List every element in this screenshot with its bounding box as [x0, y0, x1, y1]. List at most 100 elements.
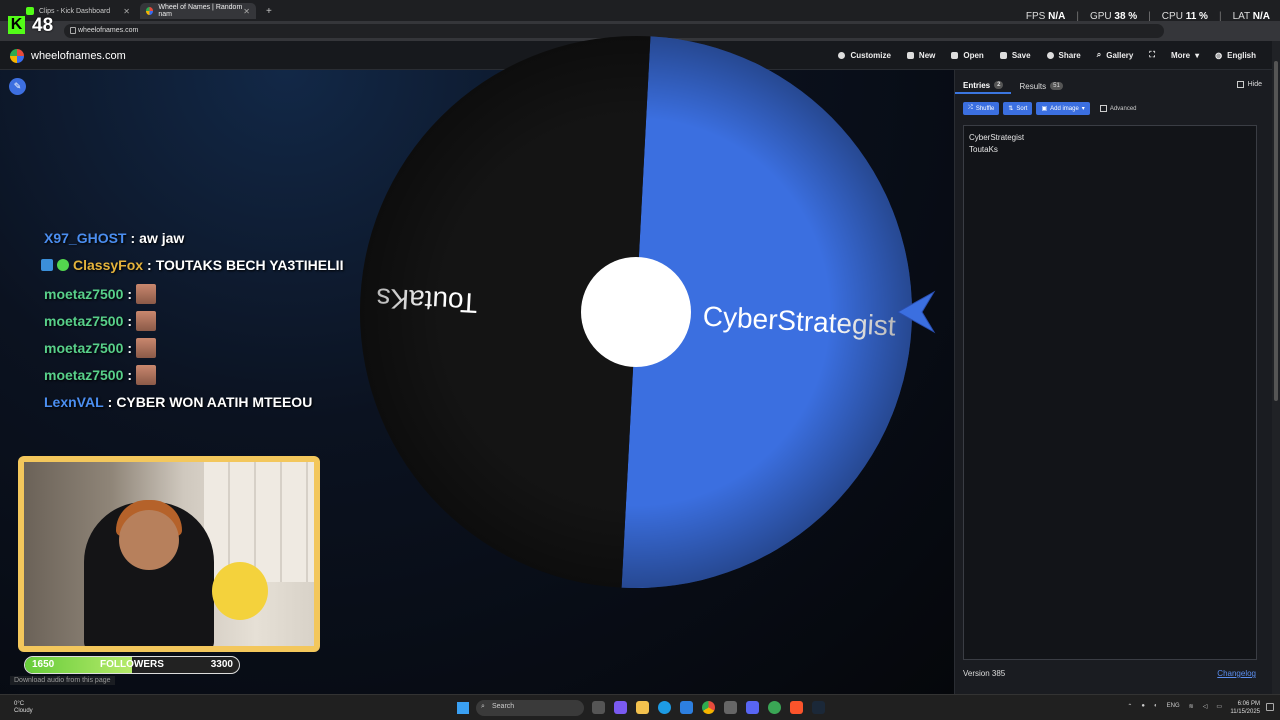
file-explorer-icon[interactable]	[636, 701, 649, 714]
verified-badge-icon	[57, 259, 69, 271]
chat-username: moetaz7500	[44, 286, 124, 302]
discord-icon[interactable]	[746, 701, 759, 714]
hide-checkbox[interactable]: Hide	[1236, 81, 1262, 88]
chat-message: moetaz7500:	[44, 311, 157, 331]
url-text: wheelofnames.com	[78, 27, 139, 34]
store-icon[interactable]	[680, 701, 693, 714]
kick-logo-icon: K	[8, 16, 25, 34]
wheel-center-button[interactable]	[581, 257, 691, 367]
panel-tabs: Entries 2 Results 51	[955, 78, 1272, 94]
site-title[interactable]: wheelofnames.com	[31, 50, 126, 62]
changelog-link[interactable]: Changelog	[1217, 669, 1256, 678]
chrome-icon[interactable]	[702, 701, 715, 714]
volume-icon[interactable]: ◁	[1203, 703, 1208, 710]
windows-start-icon[interactable]	[457, 702, 469, 714]
performance-overlay: FPS N/A | GPU 38 % | CPU 11 % | LAT N/A	[1025, 11, 1270, 22]
webcam-frame	[18, 456, 320, 652]
webcam-feed	[24, 462, 314, 646]
chevron-down-icon: ▾	[1195, 50, 1200, 60]
checkbox-icon[interactable]	[1236, 81, 1244, 88]
chat-emote-icon	[136, 284, 157, 304]
edge-icon[interactable]	[658, 701, 671, 714]
chat-separator: :	[147, 257, 152, 273]
name-wheel[interactable]: CyberStrategistToutaKs	[358, 34, 938, 594]
fullscreen-button[interactable]: ⛶	[1149, 50, 1155, 60]
add-image-button[interactable]: ▣ Add image ▾	[1036, 102, 1090, 115]
weather-desc: Cloudy	[14, 708, 33, 714]
webcam-shelf	[204, 462, 314, 582]
tab-title: Clips - Kick Dashboard	[39, 7, 111, 15]
language-button[interactable]: ◍ English	[1215, 50, 1256, 60]
battery-icon[interactable]: ▭	[1216, 703, 1222, 710]
chat-message: ClassyFox: TOUTAKS BECH YA3TIHELII	[41, 257, 343, 273]
app-icon[interactable]	[614, 701, 627, 714]
shuffle-button[interactable]: ⤮ Shuffle	[963, 102, 1000, 115]
tray-app-icon[interactable]: ●	[1141, 703, 1145, 710]
clock-time: 6:06 PM	[1237, 701, 1260, 707]
page-scrollbar[interactable]	[1272, 41, 1280, 694]
brave-icon[interactable]	[790, 701, 803, 714]
chat-separator: :	[127, 286, 133, 302]
chat-username: LexnVAL	[44, 394, 104, 410]
kick-favicon-icon	[26, 7, 34, 15]
folder-icon	[951, 51, 959, 59]
weather-widget[interactable]: 0°C Cloudy	[14, 701, 33, 715]
tray-app-icon[interactable]: ◐	[1154, 703, 1158, 710]
share-button[interactable]: Share	[1046, 50, 1081, 60]
chat-separator: :	[127, 313, 133, 329]
webcam-head	[119, 510, 179, 570]
notification-icon[interactable]	[1266, 703, 1274, 711]
chat-username: moetaz7500	[44, 367, 124, 383]
taskbar-clock[interactable]: 6:06 PM 11/15/2025	[1230, 700, 1260, 716]
site-info-icon[interactable]	[70, 27, 76, 34]
chat-emote-icon	[136, 311, 157, 331]
chat-text: TOUTAKS BECH YA3TIHELII	[155, 257, 344, 273]
entries-textarea[interactable]: CyberStrategist ToutaKs	[963, 125, 1257, 660]
app-icon[interactable]	[768, 701, 781, 714]
save-button[interactable]: Save	[999, 50, 1031, 60]
chat-badge-icon	[41, 259, 53, 271]
chat-message: LexnVAL: CYBER WON AATIH MTEEOU	[44, 394, 312, 410]
webcam-plush	[212, 562, 268, 620]
chat-message: moetaz7500:	[44, 338, 157, 358]
advanced-checkbox[interactable]: Advanced	[1099, 102, 1137, 115]
chat-separator: :	[107, 394, 113, 410]
steam-icon[interactable]	[812, 701, 825, 714]
sort-icon: ⇅	[1008, 106, 1014, 112]
viewer-count: 48	[32, 15, 54, 36]
save-icon	[999, 51, 1007, 59]
chat-username: moetaz7500	[44, 313, 124, 329]
task-view-icon[interactable]	[592, 701, 605, 714]
gallery-button[interactable]: ⌕ Gallery	[1097, 50, 1134, 60]
language-indicator[interactable]: ENG	[1167, 703, 1180, 710]
chat-message: X97_GHOST: aw jaw	[44, 230, 184, 246]
tab-entries[interactable]: Entries 2	[955, 78, 1012, 94]
more-button[interactable]: More ▾	[1171, 50, 1199, 60]
sort-button[interactable]: ⇅ Sort	[1003, 102, 1033, 115]
edit-pencil-button[interactable]: ✎	[9, 78, 26, 95]
chat-username: X97_GHOST	[44, 230, 127, 246]
new-tab-button[interactable]: +	[260, 3, 274, 19]
chevron-down-icon: ▾	[1081, 106, 1085, 112]
chat-separator: :	[127, 340, 133, 356]
close-tab-icon[interactable]: ✕	[243, 7, 250, 16]
perf-fps: FPS N/A	[1025, 11, 1066, 22]
entry-line: ToutaKs	[969, 145, 998, 154]
browser-tab-wheel[interactable]: Wheel of Names | Random nam ✕	[140, 3, 256, 19]
scroll-thumb[interactable]	[1274, 61, 1278, 401]
chat-separator: :	[127, 367, 133, 383]
download-audio-hint[interactable]: Download audio from this page	[10, 676, 115, 685]
entries-panel: Entries 2 Results 51 Hide ⤮ Shuffle ⇅ Sort ▣…	[954, 70, 1272, 694]
entry-line: CyberStrategist	[969, 133, 1025, 142]
wifi-icon[interactable]: ≋	[1189, 703, 1194, 710]
checkbox-icon[interactable]	[1099, 105, 1107, 112]
close-tab-icon[interactable]: ✕	[123, 7, 130, 16]
chat-emote-icon	[136, 365, 157, 385]
chevron-up-icon[interactable]: ⌃	[1127, 703, 1132, 710]
open-button[interactable]: Open	[951, 50, 984, 60]
search-icon: ⌕	[481, 703, 485, 710]
tab-results[interactable]: Results 51	[1011, 78, 1070, 94]
taskbar-search[interactable]: ⌕ Search	[476, 700, 584, 716]
app-icon[interactable]	[724, 701, 737, 714]
site-logo-icon[interactable]	[10, 49, 24, 63]
